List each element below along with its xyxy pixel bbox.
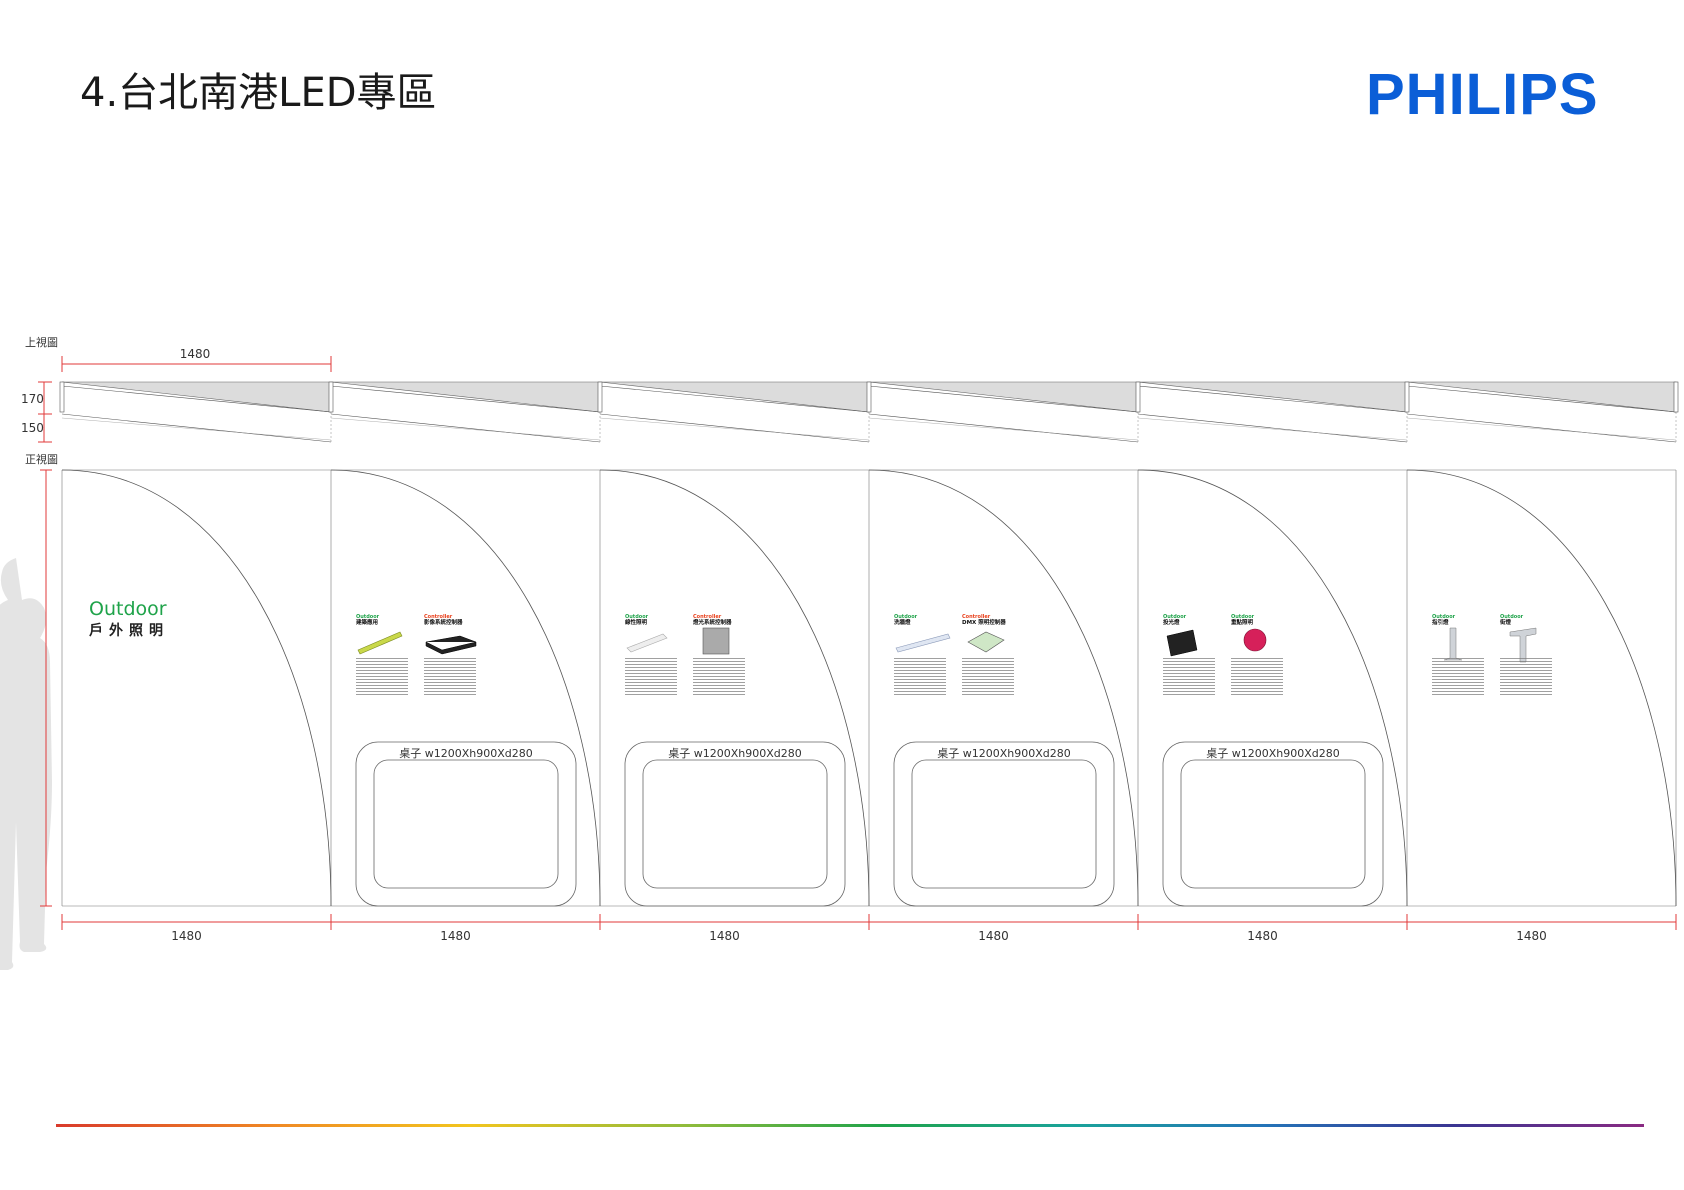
top-view-post xyxy=(866,381,872,413)
desk-inner xyxy=(642,759,828,889)
product-description xyxy=(1432,658,1484,696)
linear-light-icon xyxy=(626,633,668,653)
top-view-panel-shade xyxy=(599,381,870,413)
top-view-post xyxy=(1404,381,1410,413)
top-view-line xyxy=(61,417,332,441)
top-view-panel-shade xyxy=(1406,381,1677,413)
light-bar-icon xyxy=(357,631,403,655)
top-view-post xyxy=(328,381,334,413)
product-name: 重點照明 xyxy=(1231,620,1254,626)
top-view-post xyxy=(1673,381,1679,413)
bollard-icon xyxy=(1443,627,1463,661)
booth-drawing xyxy=(0,356,1679,970)
top-view-line xyxy=(599,413,870,443)
top-view-line xyxy=(868,413,1139,443)
outdoor-heading: Outdoor xyxy=(89,598,167,620)
panel-curve xyxy=(61,469,332,907)
panel-width-dim: 1480 xyxy=(1516,929,1547,943)
top-view-post xyxy=(1135,381,1141,413)
product-description xyxy=(894,658,946,696)
product-name: DMX 照明控制器 xyxy=(962,620,1006,626)
desk-label: 桌子 w1200Xh900Xd280 xyxy=(1206,747,1340,760)
product-name: 投光燈 xyxy=(1163,620,1180,626)
street-lamp-icon xyxy=(1509,627,1537,663)
top-view-panel-shade xyxy=(330,381,601,413)
top-view-post xyxy=(597,381,603,413)
person-silhouette xyxy=(0,558,52,970)
top-view-panel-shade xyxy=(61,381,332,413)
top-view-line xyxy=(1406,417,1677,441)
desk-outline xyxy=(355,741,577,907)
product-name: 影像系統控制器 xyxy=(424,620,463,626)
top-view-line xyxy=(330,413,601,443)
dmx-controller-icon xyxy=(967,631,1005,653)
product-description xyxy=(1163,658,1215,696)
desk-outline xyxy=(893,741,1115,907)
panel-width-dim: 1480 xyxy=(171,929,202,943)
desk-label: 桌子 w1200Xh900Xd280 xyxy=(399,747,533,760)
product-description xyxy=(1500,658,1552,696)
product-description xyxy=(962,658,1014,696)
top-view-panel-shade xyxy=(868,381,1139,413)
top-view-line xyxy=(61,413,332,443)
product-description xyxy=(356,658,408,696)
spotlight-icon xyxy=(1243,628,1267,652)
desk-outline xyxy=(1162,741,1384,907)
product-description xyxy=(625,658,677,696)
wall-washer-icon xyxy=(895,633,951,653)
desk-outline xyxy=(624,741,846,907)
floodlight-icon xyxy=(1166,629,1198,657)
rainbow-divider xyxy=(56,1124,1644,1127)
video-controller-icon xyxy=(425,635,477,655)
desk-label: 桌子 w1200Xh900Xd280 xyxy=(937,747,1071,760)
outdoor-heading-zh: 戶外照明 xyxy=(89,623,169,639)
top-view-panel-shade xyxy=(1137,381,1408,413)
product-name: 燈光系統控制器 xyxy=(693,620,732,626)
desk-inner xyxy=(1180,759,1366,889)
top-view-post xyxy=(59,381,65,413)
top-view-line xyxy=(599,417,870,441)
product-name: 指引燈 xyxy=(1432,620,1449,626)
product-name: 線性照明 xyxy=(625,620,648,626)
product-description xyxy=(1231,658,1283,696)
light-controller-icon xyxy=(702,627,730,655)
product-description xyxy=(424,658,476,696)
product-name: 建築應用 xyxy=(356,620,379,626)
desk-label: 桌子 w1200Xh900Xd280 xyxy=(668,747,802,760)
top-view-line xyxy=(868,417,1139,441)
product-name: 街燈 xyxy=(1500,620,1512,626)
product-name: 洗牆燈 xyxy=(894,620,911,626)
desk-inner xyxy=(373,759,559,889)
top-view-line xyxy=(1137,417,1408,441)
panel-width-dim: 1480 xyxy=(978,929,1009,943)
panel-width-dim: 1480 xyxy=(1247,929,1278,943)
top-view-line xyxy=(1137,413,1408,443)
desk-inner xyxy=(911,759,1097,889)
top-view-line xyxy=(330,417,601,441)
product-description xyxy=(693,658,745,696)
panel-width-dim: 1480 xyxy=(709,929,740,943)
top-view-line xyxy=(1406,413,1677,443)
panel-width-dim: 1480 xyxy=(440,929,471,943)
